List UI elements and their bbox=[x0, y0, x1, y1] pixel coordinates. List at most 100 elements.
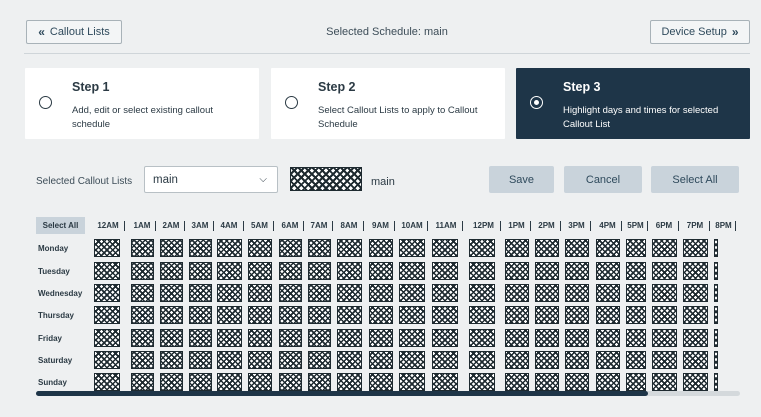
schedule-cell[interactable] bbox=[160, 306, 183, 324]
schedule-cell[interactable] bbox=[399, 284, 425, 302]
schedule-cell[interactable] bbox=[399, 306, 425, 324]
schedule-cell[interactable] bbox=[160, 373, 183, 391]
schedule-cell[interactable] bbox=[432, 373, 458, 391]
schedule-cell[interactable] bbox=[369, 284, 393, 302]
hour-header[interactable]: 1PM bbox=[503, 221, 531, 231]
schedule-cell[interactable] bbox=[248, 351, 272, 369]
schedule-cell[interactable] bbox=[469, 239, 495, 257]
schedule-cell[interactable] bbox=[337, 351, 362, 369]
schedule-cell[interactable] bbox=[131, 351, 154, 369]
step-2-radio[interactable] bbox=[285, 96, 298, 109]
schedule-cell[interactable] bbox=[399, 262, 425, 280]
hour-header[interactable]: 4PM bbox=[594, 221, 622, 231]
hour-header[interactable]: 7AM bbox=[306, 221, 333, 231]
schedule-cell[interactable] bbox=[279, 373, 302, 391]
schedule-cell[interactable] bbox=[279, 306, 302, 324]
hour-header[interactable]: 10AM bbox=[397, 221, 428, 231]
schedule-cell[interactable] bbox=[337, 329, 362, 347]
schedule-cell[interactable] bbox=[535, 284, 559, 302]
schedule-cell[interactable] bbox=[683, 373, 708, 391]
hour-header[interactable]: 6PM bbox=[650, 221, 679, 231]
schedule-cell[interactable] bbox=[131, 373, 154, 391]
schedule-cell[interactable] bbox=[337, 306, 362, 324]
schedule-cell[interactable] bbox=[565, 239, 589, 257]
schedule-cell[interactable] bbox=[94, 351, 120, 369]
schedule-cell[interactable] bbox=[652, 329, 677, 347]
schedule-cell[interactable] bbox=[505, 329, 529, 347]
schedule-cell[interactable] bbox=[399, 373, 425, 391]
schedule-cell[interactable] bbox=[279, 284, 302, 302]
schedule-cell[interactable] bbox=[308, 329, 331, 347]
step-1-radio[interactable] bbox=[39, 96, 52, 109]
schedule-cell[interactable] bbox=[683, 284, 708, 302]
schedule-cell[interactable] bbox=[565, 329, 589, 347]
schedule-cell[interactable] bbox=[369, 262, 393, 280]
schedule-cell[interactable] bbox=[535, 306, 559, 324]
day-label[interactable]: Friday bbox=[38, 334, 62, 343]
schedule-cell[interactable] bbox=[626, 284, 646, 302]
schedule-cell[interactable] bbox=[505, 284, 529, 302]
schedule-cell[interactable] bbox=[217, 239, 242, 257]
schedule-cell[interactable] bbox=[714, 373, 718, 391]
schedule-cell[interactable] bbox=[308, 373, 331, 391]
schedule-cell[interactable] bbox=[626, 306, 646, 324]
schedule-cell[interactable] bbox=[248, 329, 272, 347]
hour-header[interactable]: 12AM bbox=[92, 221, 125, 231]
schedule-cell[interactable] bbox=[505, 373, 529, 391]
callout-list-select[interactable]: main ⌵ bbox=[144, 166, 278, 193]
hour-header[interactable]: 1AM bbox=[129, 221, 156, 231]
schedule-cell[interactable] bbox=[248, 262, 272, 280]
hour-header[interactable]: 9AM bbox=[367, 221, 395, 231]
schedule-cell[interactable] bbox=[308, 284, 331, 302]
schedule-cell[interactable] bbox=[94, 329, 120, 347]
schedule-cell[interactable] bbox=[369, 351, 393, 369]
hour-header[interactable]: 12PM bbox=[467, 221, 501, 231]
schedule-cell[interactable] bbox=[683, 239, 708, 257]
schedule-cell[interactable] bbox=[505, 306, 529, 324]
device-setup-button[interactable]: Device Setup » bbox=[650, 20, 750, 44]
schedule-cell[interactable] bbox=[369, 329, 393, 347]
schedule-cell[interactable] bbox=[596, 306, 620, 324]
schedule-cell[interactable] bbox=[432, 239, 458, 257]
schedule-cell[interactable] bbox=[683, 306, 708, 324]
schedule-cell[interactable] bbox=[683, 329, 708, 347]
hour-header[interactable]: 2PM bbox=[533, 221, 561, 231]
hour-header[interactable]: 11AM bbox=[430, 221, 463, 231]
day-label[interactable]: Tuesday bbox=[38, 267, 70, 276]
schedule-cell[interactable] bbox=[535, 329, 559, 347]
schedule-cell[interactable] bbox=[626, 351, 646, 369]
schedule-cell[interactable] bbox=[217, 373, 242, 391]
schedule-cell[interactable] bbox=[279, 262, 302, 280]
schedule-cell[interactable] bbox=[565, 373, 589, 391]
schedule-cell[interactable] bbox=[160, 284, 183, 302]
schedule-cell[interactable] bbox=[131, 284, 154, 302]
schedule-cell[interactable] bbox=[94, 284, 120, 302]
schedule-cell[interactable] bbox=[94, 373, 120, 391]
schedule-cell[interactable] bbox=[505, 239, 529, 257]
schedule-cell[interactable] bbox=[337, 373, 362, 391]
schedule-cell[interactable] bbox=[535, 373, 559, 391]
schedule-cell[interactable] bbox=[652, 262, 677, 280]
hour-header[interactable]: 2AM bbox=[158, 221, 185, 231]
schedule-cell[interactable] bbox=[94, 262, 120, 280]
schedule-cell[interactable] bbox=[189, 306, 212, 324]
grid-select-all-button[interactable]: Select All bbox=[36, 217, 85, 234]
day-label[interactable]: Wednesday bbox=[38, 289, 82, 298]
schedule-cell[interactable] bbox=[248, 373, 272, 391]
schedule-cell[interactable] bbox=[160, 329, 183, 347]
step-3-radio[interactable] bbox=[530, 96, 543, 109]
schedule-cell[interactable] bbox=[626, 262, 646, 280]
save-button[interactable]: Save bbox=[489, 166, 554, 193]
schedule-cell[interactable] bbox=[94, 239, 120, 257]
cancel-button[interactable]: Cancel bbox=[564, 166, 642, 193]
schedule-cell[interactable] bbox=[535, 239, 559, 257]
schedule-cell[interactable] bbox=[248, 284, 272, 302]
schedule-cell[interactable] bbox=[714, 262, 718, 280]
schedule-cell[interactable] bbox=[596, 239, 620, 257]
schedule-cell[interactable] bbox=[596, 329, 620, 347]
schedule-cell[interactable] bbox=[469, 284, 495, 302]
schedule-cell[interactable] bbox=[279, 239, 302, 257]
hour-header[interactable]: 3PM bbox=[563, 221, 591, 231]
schedule-cell[interactable] bbox=[432, 284, 458, 302]
schedule-cell[interactable] bbox=[279, 351, 302, 369]
